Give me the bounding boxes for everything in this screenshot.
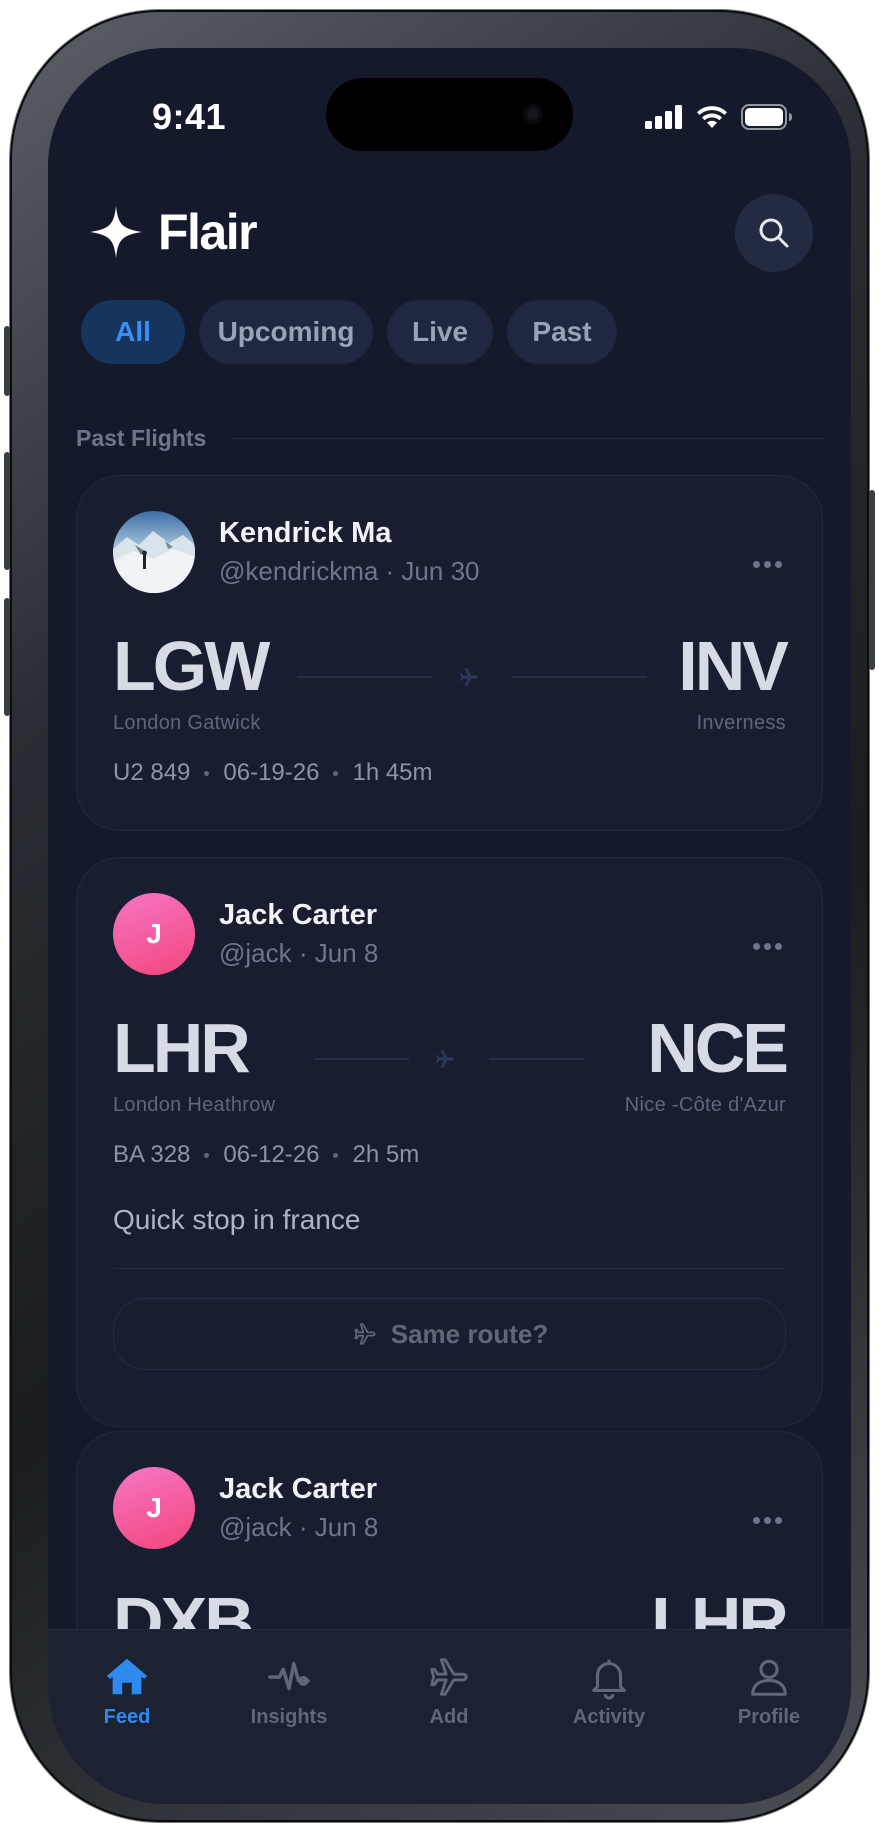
route-line (512, 676, 647, 678)
tab-feed[interactable]: Feed (72, 1654, 182, 1729)
plane-icon (430, 1658, 468, 1696)
wifi-icon (697, 106, 727, 128)
more-options-button[interactable] (751, 926, 784, 956)
filter-tabs: All Upcoming Live Past (81, 300, 617, 364)
origin-code: LHR (113, 1009, 251, 1087)
plane-icon (354, 1323, 376, 1345)
separator-dot (333, 1152, 339, 1158)
user-name[interactable]: Jack Carter (219, 1473, 378, 1506)
flight-card[interactable]: Kendrick Ma @kendrickma · Jun 30 LGW INV… (76, 475, 823, 831)
camera-icon (523, 104, 543, 124)
flight-number: U2 849 (113, 759, 191, 786)
origin-city: London Heathrow (113, 1094, 276, 1116)
flight-info: U2 849 06-19-26 1h 45m (113, 759, 433, 787)
tab-insights[interactable]: Insights (234, 1654, 344, 1729)
bell-icon (592, 1659, 626, 1700)
user-name[interactable]: Kendrick Ma (219, 517, 480, 550)
tab-insights-label: Insights (250, 1706, 328, 1728)
volume-down-button (4, 598, 10, 716)
plane-icon (460, 668, 478, 686)
more-options-button[interactable] (751, 1500, 784, 1530)
origin-code: LGW (113, 627, 270, 705)
brand-name: Flair (158, 204, 258, 260)
tab-upcoming[interactable]: Upcoming (199, 300, 373, 364)
section-title: Past Flights (76, 425, 207, 451)
user-meta: @kendrickma · Jun 30 (219, 556, 480, 586)
card-divider (113, 1268, 786, 1269)
same-route-label: Same route? (390, 1318, 549, 1349)
tab-add-label: Add (429, 1706, 469, 1728)
status-time: 9:41 (152, 96, 227, 137)
action-button (4, 326, 10, 396)
phone-frame: 9:41 Flair All Upcoming Live Past Past F… (4, 10, 875, 1822)
dynamic-island (326, 78, 573, 151)
tab-activity-label: Activity (572, 1706, 646, 1728)
section-header: Past Flights (76, 425, 823, 452)
bottom-tab-bar: Feed Insights Add Activity Profile (48, 1629, 851, 1804)
volume-up-button (4, 452, 10, 570)
separator-dot (204, 1152, 210, 1158)
user-meta: @jack · Jun 8 (219, 1512, 379, 1542)
user-name[interactable]: Jack Carter (219, 899, 378, 932)
route-line (489, 1058, 584, 1060)
origin-city: London Gatwick (113, 712, 261, 734)
battery-icon (741, 104, 792, 130)
person-icon (751, 1659, 787, 1696)
tab-profile[interactable]: Profile (714, 1654, 824, 1729)
app-screen: 9:41 Flair All Upcoming Live Past Past F… (48, 48, 851, 1804)
signal-icon (645, 105, 682, 129)
flight-duration: 1h 45m (352, 759, 433, 786)
flight-date: 06-19-26 (223, 759, 320, 786)
pulse-icon (268, 1661, 310, 1691)
plane-icon (436, 1050, 454, 1068)
power-button (869, 490, 875, 670)
flight-info: BA 328 06-12-26 2h 5m (113, 1141, 419, 1169)
destination-city: Nice -Côte d'Azur (624, 1094, 786, 1116)
home-icon (106, 1658, 148, 1695)
avatar-photo (113, 511, 195, 593)
same-route-button[interactable]: Same route? (113, 1298, 786, 1370)
tab-profile-label: Profile (737, 1706, 801, 1728)
tab-all[interactable]: All (81, 300, 185, 364)
status-icons (645, 104, 793, 130)
tab-activity[interactable]: Activity (554, 1654, 664, 1729)
brand-logo: Flair (88, 203, 258, 261)
card-user: J Jack Carter @jack · Jun 8 (113, 893, 378, 975)
tab-add[interactable]: Add (394, 1654, 504, 1729)
card-user: J Jack Carter @jack · Jun 8 (113, 1467, 378, 1549)
destination-code: INV (678, 627, 789, 705)
search-button[interactable] (735, 194, 813, 272)
destination-city: Inverness (696, 712, 786, 734)
tab-live[interactable]: Live (387, 300, 493, 364)
route-line (314, 1058, 409, 1060)
flight-card[interactable]: J Jack Carter @jack · Jun 8 LHR NCE Lond… (76, 857, 823, 1427)
more-options-button[interactable] (751, 544, 784, 574)
avatar[interactable]: J (113, 1467, 195, 1549)
tab-feed-label: Feed (103, 1706, 151, 1728)
section-divider (231, 438, 823, 439)
avatar[interactable]: J (113, 893, 195, 975)
avatar[interactable] (113, 511, 195, 593)
post-caption: Quick stop in france (113, 1204, 361, 1235)
flight-duration: 2h 5m (352, 1141, 420, 1168)
tab-past[interactable]: Past (507, 300, 617, 364)
flight-date: 06-12-26 (223, 1141, 320, 1168)
flight-number: BA 328 (113, 1141, 191, 1168)
destination-code: NCE (647, 1009, 789, 1087)
card-user: Kendrick Ma @kendrickma · Jun 30 (113, 511, 480, 593)
user-meta: @jack · Jun 8 (219, 938, 379, 968)
sparkle-icon (90, 206, 142, 258)
separator-dot (333, 770, 339, 776)
search-icon (759, 218, 789, 248)
route-line (297, 676, 432, 678)
separator-dot (204, 770, 210, 776)
